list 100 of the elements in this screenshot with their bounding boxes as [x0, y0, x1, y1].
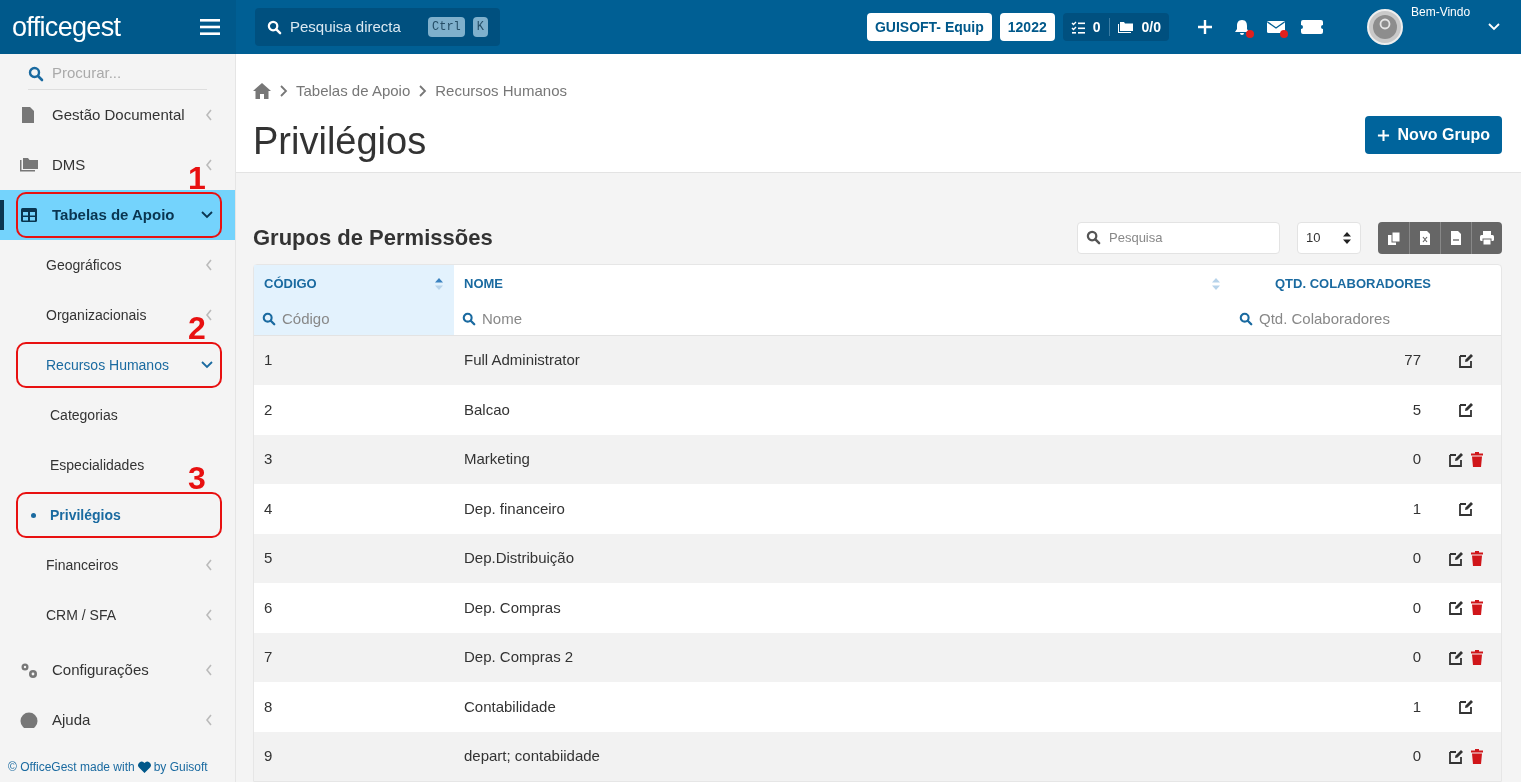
edit-icon — [1448, 649, 1464, 665]
sidebar-item[interactable]: Gestão Documental — [20, 101, 185, 129]
count-cell-text: 1 — [1411, 498, 1422, 519]
footer-text: © OfficeGest made with — [8, 759, 135, 776]
file-icon — [1449, 230, 1463, 245]
sidebar-item[interactable]: Financeiros — [46, 551, 119, 579]
annotation-number: 2 — [188, 316, 206, 340]
edit-button[interactable] — [1448, 550, 1464, 566]
sidebar-item[interactable]: Geográficos — [46, 251, 122, 279]
column-header[interactable]: CÓDIGO — [254, 264, 454, 304]
sidebar-item[interactable]: Categorias — [50, 401, 118, 429]
print-button[interactable] — [1471, 221, 1502, 254]
delete-button[interactable] — [1470, 550, 1484, 566]
page-size-select[interactable]: 10 — [1297, 221, 1361, 254]
delete-button[interactable] — [1470, 451, 1484, 467]
code-cell-text: 9 — [263, 746, 274, 766]
sidebar-item[interactable]: Recursos Humanos — [46, 351, 169, 379]
sidebar-item[interactable]: CRM / SFA — [46, 601, 116, 629]
gears-icon — [20, 662, 38, 678]
count-cell-text: 77 — [1403, 350, 1422, 370]
name-cell-text: depart; contabiidade — [463, 746, 601, 766]
page-title: Privilégios — [253, 118, 428, 164]
delete-button[interactable] — [1470, 600, 1484, 616]
sidebar-item[interactable]: Ajuda — [20, 706, 91, 734]
edit-button[interactable] — [1448, 649, 1464, 665]
code-cell-text: 6 — [263, 597, 274, 618]
name-cell-text: Full Administrator — [463, 350, 581, 370]
name-cell-text: Contabilidade — [463, 696, 557, 717]
edit-button[interactable] — [1448, 600, 1464, 616]
section-title: Grupos de Permissões — [253, 224, 494, 252]
breadcrumb-link[interactable]: Tabelas de Apoio — [296, 80, 411, 103]
code-cell-text: 1 — [263, 350, 274, 370]
folder-count[interactable]: 0/0 — [1141, 16, 1161, 38]
column-header[interactable]: NOME — [454, 264, 1231, 304]
bullet-icon — [31, 512, 36, 518]
task-count[interactable]: 0 — [1092, 16, 1101, 38]
delete-button[interactable] — [1470, 649, 1484, 665]
chevron-right-icon — [418, 84, 428, 99]
add-button[interactable] — [1197, 19, 1213, 35]
new-group-button[interactable]: Novo Grupo — [1364, 116, 1502, 154]
edit-icon — [1448, 550, 1464, 566]
name-cell-text: Dep. Compras — [463, 597, 562, 618]
edit-icon — [1448, 451, 1464, 467]
code-cell-text: 4 — [263, 498, 274, 519]
edit-icon — [1448, 600, 1464, 616]
annotation-number: 3 — [188, 466, 206, 490]
table-search-field[interactable]: Pesquisa — [1109, 227, 1259, 248]
count-cell-text: 0 — [1411, 647, 1422, 667]
delete-button[interactable] — [1470, 748, 1484, 764]
chevron-right-icon — [279, 84, 288, 99]
quick-search-box[interactable]: Pesquisa directa Ctrl K — [255, 8, 500, 46]
quick-search-field[interactable]: Pesquisa directa — [290, 15, 420, 39]
copy-button[interactable] — [1378, 221, 1409, 254]
sidebar-search-field[interactable]: Procurar... — [52, 62, 192, 85]
bell-button[interactable] — [1233, 19, 1251, 35]
user-menu[interactable]: Bem-Vindo — [1367, 9, 1501, 45]
sidebar-item[interactable]: DMS — [20, 151, 86, 179]
company-badge[interactable]: GUISOFT- Equip — [866, 13, 992, 41]
folder-icon — [20, 157, 38, 173]
annotation-number: 1 — [188, 166, 206, 190]
search-icon — [1086, 230, 1101, 245]
name-cell-text: Dep.Distribuição — [463, 548, 576, 568]
code-cell-text: 8 — [263, 696, 274, 717]
edit-button[interactable] — [1448, 748, 1464, 764]
count-cell-text: 0 — [1411, 746, 1422, 766]
heart-icon — [137, 761, 151, 773]
edit-button[interactable] — [1458, 699, 1474, 715]
column-filter-field[interactable]: Código — [282, 307, 446, 331]
column-filter-field[interactable]: Qtd. Colaboradores — [1259, 307, 1423, 331]
menu-button[interactable] — [200, 19, 220, 35]
plus-icon — [1197, 19, 1213, 35]
ticket-button[interactable] — [1301, 20, 1323, 34]
envelope-icon — [1267, 19, 1285, 35]
edit-button[interactable] — [1448, 451, 1464, 467]
column-filter-field[interactable]: Nome — [482, 307, 1223, 331]
edit-button[interactable] — [1458, 501, 1474, 517]
edit-icon — [1458, 699, 1474, 715]
edit-button[interactable] — [1458, 352, 1474, 368]
count-cell-text: 1 — [1411, 696, 1422, 717]
name-cell-text: Dep. Compras 2 — [463, 647, 575, 667]
edit-icon — [1448, 748, 1464, 764]
excel-button[interactable] — [1409, 221, 1440, 254]
envelope-button[interactable] — [1267, 19, 1285, 35]
search-icon — [28, 65, 44, 82]
code-cell-text: 7 — [263, 647, 274, 667]
sidebar-item[interactable]: Organizacionais — [46, 301, 147, 329]
column-header[interactable]: QTD. COLABORADORES — [1231, 264, 1431, 304]
table-search-box[interactable]: Pesquisa — [1077, 221, 1280, 254]
csv-button[interactable] — [1440, 221, 1471, 254]
table-icon — [20, 207, 38, 223]
code-badge[interactable]: 12022 — [999, 13, 1055, 41]
sidebar-item[interactable]: Privilégios — [50, 501, 121, 529]
breadcrumb-link[interactable]: Recursos Humanos — [435, 80, 567, 103]
name-cell-text: Dep. financeiro — [463, 498, 566, 519]
sidebar-item[interactable]: Configurações — [20, 656, 149, 684]
sidebar-item[interactable]: Especialidades — [50, 451, 145, 479]
column-filter-box[interactable]: Código — [254, 303, 454, 335]
footer-text: by Guisoft — [153, 759, 208, 776]
shortcut-key: K — [472, 17, 488, 37]
edit-button[interactable] — [1458, 402, 1474, 418]
